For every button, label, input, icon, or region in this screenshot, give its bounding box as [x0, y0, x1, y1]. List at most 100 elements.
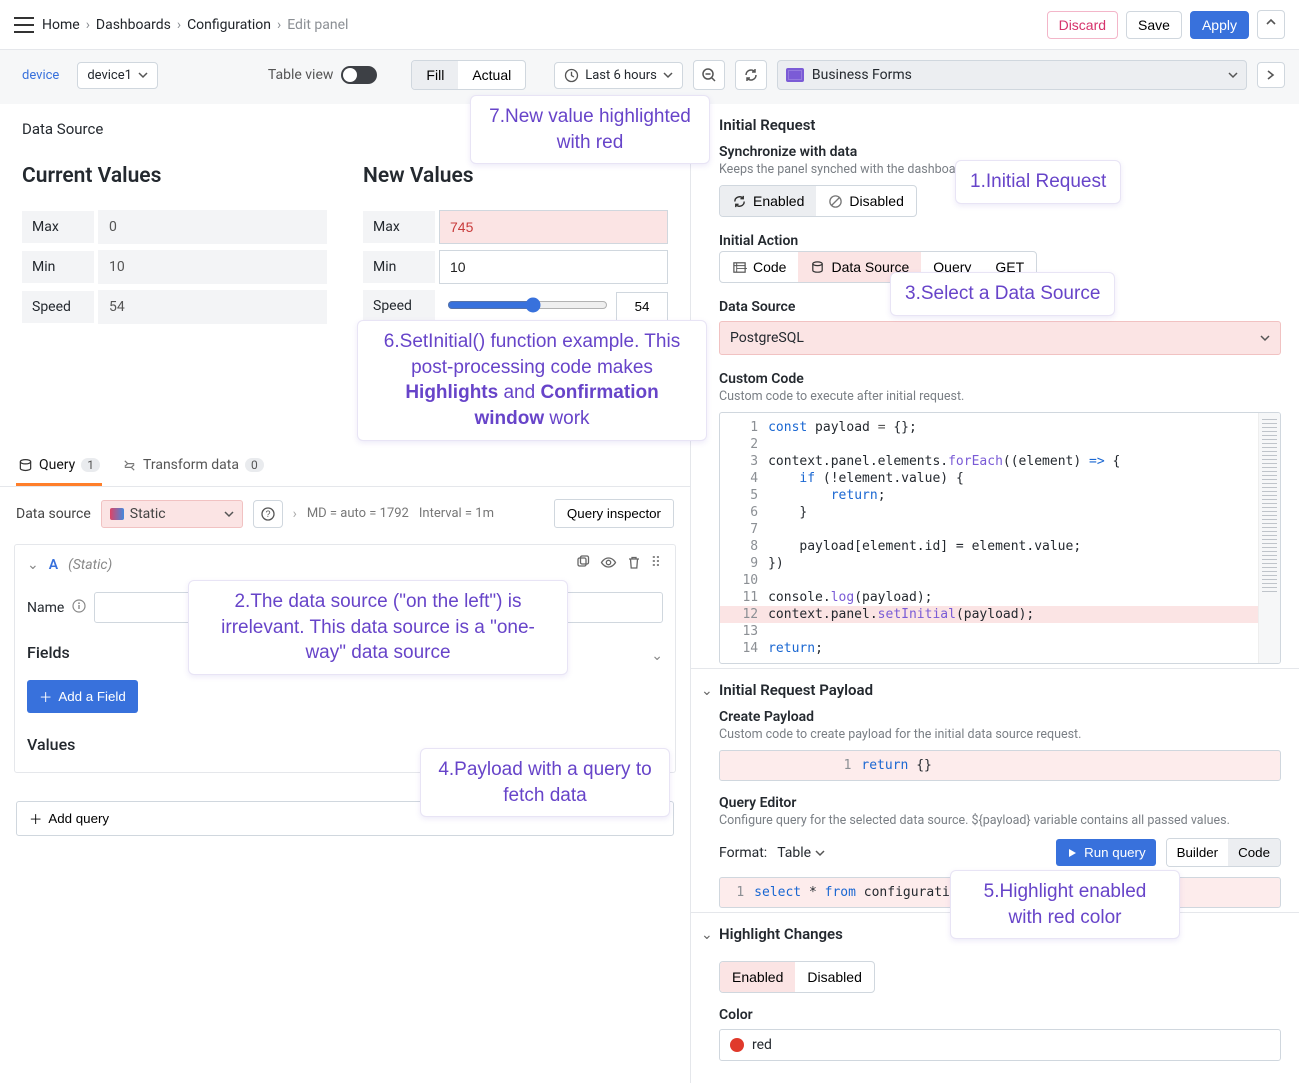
- crumb-configuration[interactable]: Configuration: [187, 17, 271, 33]
- collapse-fields-icon[interactable]: ⌄: [651, 648, 663, 664]
- query-name-input[interactable]: [94, 592, 663, 623]
- plus-icon: ＋: [39, 687, 52, 706]
- custom-code-editor[interactable]: 1const payload = {}; 2 3context.panel.el…: [719, 412, 1281, 664]
- query-type: (Static): [68, 557, 112, 573]
- add-query-button[interactable]: ＋ Add query: [16, 801, 674, 836]
- time-range-picker[interactable]: Last 6 hours: [554, 62, 683, 89]
- new-max-input[interactable]: [439, 210, 668, 244]
- color-picker[interactable]: red: [719, 1029, 1281, 1061]
- action-datasource-label: Data Source: [831, 259, 909, 275]
- initial-action-heading: Initial Action: [719, 233, 1281, 249]
- crumb-home[interactable]: Home: [42, 17, 80, 33]
- chevron-right-icon: ›: [177, 17, 181, 33]
- action-datasource-button[interactable]: Data Source: [798, 252, 921, 282]
- svg-text:?: ?: [265, 509, 270, 519]
- highlight-toggle-group: Enabled Disabled: [719, 961, 875, 993]
- submit-button[interactable]: Submit: [565, 350, 668, 383]
- highlight-heading: Highlight Changes: [719, 925, 1281, 943]
- breadcrumb: Home › Dashboards › Configuration › Edit…: [42, 17, 348, 33]
- datasource-bar-label: Data source: [16, 506, 91, 522]
- apply-more-button[interactable]: [1257, 10, 1285, 39]
- trash-icon[interactable]: [627, 555, 641, 574]
- drag-handle-icon[interactable]: ⠿: [651, 555, 663, 574]
- color-value: red: [752, 1037, 772, 1053]
- current-min-value: 10: [98, 250, 327, 284]
- panel-title: Data Source: [22, 120, 668, 138]
- toggle-icon: [341, 66, 377, 84]
- collapse-values-icon[interactable]: ⌄: [651, 740, 663, 756]
- format-select[interactable]: Table: [777, 845, 825, 861]
- tab-transform-badge: 0: [245, 458, 264, 472]
- highlight-disabled-button[interactable]: Disabled: [795, 962, 873, 992]
- sync-enabled-label: Enabled: [753, 193, 804, 209]
- tab-transform-label: Transform data: [143, 457, 239, 473]
- save-button[interactable]: Save: [1126, 11, 1182, 39]
- code-mode-button[interactable]: Code: [1228, 839, 1280, 866]
- table-view-toggle[interactable]: Table view: [268, 66, 378, 84]
- eye-icon[interactable]: [600, 555, 617, 574]
- initial-datasource-select[interactable]: PostgreSQL: [719, 321, 1281, 355]
- add-field-button[interactable]: ＋ Add a Field: [27, 680, 138, 713]
- query-inspector-button[interactable]: Query inspector: [554, 499, 674, 528]
- sync-enabled-button[interactable]: Enabled: [720, 186, 816, 216]
- apply-button[interactable]: Apply: [1190, 11, 1249, 39]
- datasource-icon: [110, 508, 124, 520]
- topbar: Home › Dashboards › Configuration › Edit…: [0, 0, 1299, 50]
- tab-query-badge: 1: [81, 458, 100, 472]
- duplicate-icon[interactable]: [575, 555, 590, 574]
- create-payload-editor[interactable]: 1return {}: [719, 750, 1281, 781]
- speed-slider[interactable]: [447, 297, 608, 313]
- menu-icon[interactable]: [14, 17, 34, 33]
- section-highlight-changes: ⌄ Highlight Changes Enabled Disabled Col…: [691, 913, 1299, 1083]
- tab-query-label: Query: [39, 457, 75, 473]
- color-swatch-icon: [730, 1038, 744, 1052]
- collapse-icon[interactable]: ⌄: [701, 927, 713, 943]
- sync-disabled-button[interactable]: Disabled: [816, 186, 915, 216]
- query-tabbar: Query 1 Transform data 0: [0, 447, 690, 487]
- collapse-icon[interactable]: ⌄: [701, 683, 713, 699]
- collapse-icon[interactable]: ⌄: [27, 557, 39, 573]
- sql-editor[interactable]: 1select * from configuration where name …: [719, 877, 1281, 908]
- datasource-bar: Data source Static ? › MD = auto = 1792 …: [0, 487, 690, 540]
- variable-label[interactable]: device: [14, 63, 67, 88]
- fill-button[interactable]: Fill: [412, 61, 458, 89]
- tab-query[interactable]: Query 1: [16, 447, 102, 486]
- builder-mode-button[interactable]: Builder: [1167, 839, 1229, 866]
- chevron-right-icon: ›: [277, 17, 281, 33]
- datasource-select[interactable]: Static: [101, 500, 243, 528]
- run-query-label: Run query: [1084, 845, 1146, 860]
- chevron-right-icon[interactable]: ›: [293, 506, 297, 522]
- table-view-label: Table view: [268, 67, 334, 83]
- info-icon[interactable]: [72, 599, 86, 617]
- chevron-right-icon: ›: [86, 17, 90, 33]
- datasource-help-button[interactable]: ?: [253, 500, 283, 528]
- action-query-button[interactable]: Query: [921, 252, 983, 282]
- collapse-icon[interactable]: ⌄: [701, 118, 713, 134]
- format-label: Format:: [719, 845, 767, 861]
- code-minimap[interactable]: [1258, 413, 1280, 663]
- refresh-button[interactable]: [735, 60, 767, 90]
- speed-number-input[interactable]: [616, 292, 668, 321]
- variable-value-dropdown[interactable]: device1: [77, 62, 158, 89]
- tab-transform[interactable]: Transform data 0: [120, 447, 266, 486]
- visualization-picker[interactable]: Business Forms: [777, 60, 1247, 90]
- zoom-out-button[interactable]: [693, 60, 725, 90]
- interval-info: Interval = 1m: [419, 506, 494, 521]
- sidebar-collapse-button[interactable]: [1257, 62, 1285, 88]
- current-max-value: 0: [98, 210, 327, 244]
- current-values-heading: Current Values: [22, 164, 327, 188]
- current-speed-row: Speed 54: [22, 290, 327, 324]
- new-max-row: Max: [363, 210, 668, 244]
- new-min-input[interactable]: [439, 250, 668, 284]
- highlight-enabled-button[interactable]: Enabled: [720, 962, 795, 992]
- action-code-button[interactable]: Code: [720, 252, 798, 282]
- actual-button[interactable]: Actual: [458, 61, 525, 89]
- action-get-button[interactable]: GET: [983, 252, 1036, 282]
- sync-toggle-group: Enabled Disabled: [719, 185, 917, 217]
- create-payload-heading: Create Payload: [719, 709, 1281, 725]
- crumb-dashboards[interactable]: Dashboards: [96, 17, 171, 33]
- discard-button[interactable]: Discard: [1047, 11, 1118, 39]
- custom-code-hint: Custom code to execute after initial req…: [719, 389, 1281, 404]
- run-query-button[interactable]: Run query: [1056, 839, 1156, 866]
- business-forms-icon: [786, 68, 804, 82]
